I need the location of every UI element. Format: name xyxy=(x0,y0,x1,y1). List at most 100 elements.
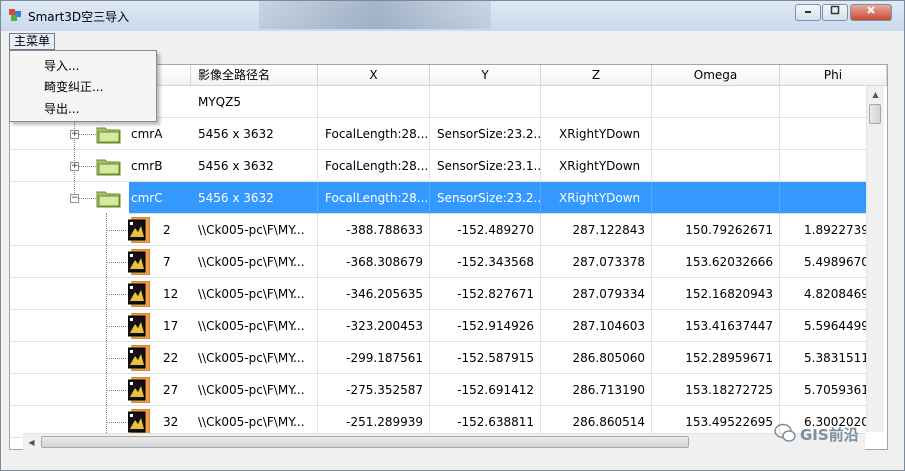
tree-row-camera[interactable]: + cmrB 5456 x 3632 FocalLength:28... Sen… xyxy=(10,150,867,182)
image-z: 287.073378 xyxy=(541,246,652,278)
camera-sensor: SensorSize:23.2... xyxy=(430,182,541,214)
camera-size: 5456 x 3632 xyxy=(191,150,318,182)
image-thumbnail-icon xyxy=(128,217,150,243)
image-row[interactable]: 27 \\Ck005-pc\F\MY... -275.352587 -152.6914… xyxy=(10,374,867,406)
camera-size: 5456 x 3632 xyxy=(191,118,318,150)
image-x: -388.788633 xyxy=(318,214,430,246)
image-y: -152.827671 xyxy=(430,278,541,310)
image-phi: 5.70593619 xyxy=(804,383,867,397)
menu-item-export[interactable]: 导出... xyxy=(44,100,79,117)
title-bar[interactable]: Smart3D空三导入 xyxy=(1,1,904,31)
window-title: Smart3D空三导入 xyxy=(28,10,130,24)
menu-item-distortion-correction[interactable]: 畸变纠正... xyxy=(44,78,103,95)
image-path: \\Ck005-pc\F\MY... xyxy=(191,278,318,310)
wechat-icon xyxy=(774,423,796,442)
image-x: -368.308679 xyxy=(318,246,430,278)
image-row[interactable]: 2 \\Ck005-pc\F\MY... -388.788633 -152.48927… xyxy=(10,214,867,246)
column-header-omega[interactable]: Omega xyxy=(652,65,780,86)
image-path: \\Ck005-pc\F\MY... xyxy=(191,214,318,246)
image-phi: 4.82084690 xyxy=(804,287,867,301)
column-header-y[interactable]: Y xyxy=(430,65,541,86)
menu-bar: 主菜单 xyxy=(1,31,904,51)
column-header-z[interactable]: Z xyxy=(541,65,652,86)
camera-focal: FocalLength:28... xyxy=(318,150,430,182)
image-row[interactable]: 12 \\Ck005-pc\F\MY... -346.205635 -152.8276… xyxy=(10,278,867,310)
image-row[interactable]: 7 \\Ck005-pc\F\MY... -368.308679 -152.34356… xyxy=(10,246,867,278)
tree-row-camera-selected[interactable]: cmrC 5456 x 3632 FocalLength:28... Senso… xyxy=(129,182,867,214)
image-phi: 5.49896703 xyxy=(804,255,867,269)
camera-focal: FocalLength:28... xyxy=(318,182,430,214)
image-z: 287.122843 xyxy=(541,214,652,246)
image-y: -152.587915 xyxy=(430,342,541,374)
folder-icon xyxy=(96,159,121,176)
image-omega: 153.62032666 xyxy=(652,246,780,278)
close-icon xyxy=(867,6,875,14)
image-omega: 152.28959671 xyxy=(652,342,780,374)
image-y: -152.914926 xyxy=(430,310,541,342)
image-x: -346.205635 xyxy=(318,278,430,310)
collapse-icon[interactable]: − xyxy=(70,194,79,203)
image-x: -323.200453 xyxy=(318,310,430,342)
vertical-scrollbar[interactable]: ▲ xyxy=(866,86,884,432)
folder-icon xyxy=(96,127,121,144)
tree-row-camera[interactable]: + cmrA 5456 x 3632 FocalLength:28... Sen… xyxy=(10,118,867,150)
image-phi: 1.89227397 xyxy=(804,223,867,237)
image-id: 7 xyxy=(163,255,171,269)
expand-icon[interactable]: + xyxy=(70,162,79,171)
image-id: 27 xyxy=(163,383,179,397)
image-y: -152.691412 xyxy=(430,374,541,406)
vertical-scroll-thumb[interactable] xyxy=(869,104,881,124)
main-menu-dropdown: 导入... 畸变纠正... 导出... xyxy=(9,50,157,122)
image-row[interactable]: 17 \\Ck005-pc\F\MY... -323.200453 -152.9149… xyxy=(10,310,867,342)
image-x: -275.352587 xyxy=(318,374,430,406)
image-omega: 150.79262671 xyxy=(652,214,780,246)
image-phi: 5.59644990 xyxy=(804,319,867,333)
image-z: 286.713190 xyxy=(541,374,652,406)
watermark: GIS前沿 xyxy=(766,422,886,444)
camera-name: cmrC xyxy=(131,191,163,205)
image-phi: 5.38315114 xyxy=(804,351,867,365)
column-header-phi[interactable]: Phi xyxy=(780,65,887,86)
camera-size: 5456 x 3632 xyxy=(191,182,318,214)
image-id: 17 xyxy=(163,319,179,333)
image-thumbnail-icon xyxy=(128,377,150,403)
image-omega: 152.16820943 xyxy=(652,278,780,310)
camera-orientation: XRightYDown xyxy=(541,150,652,182)
image-z: 287.104603 xyxy=(541,310,652,342)
image-y: -152.489270 xyxy=(430,214,541,246)
camera-sensor: SensorSize:23.1... xyxy=(430,150,541,182)
horizontal-scroll-thumb[interactable] xyxy=(41,436,689,448)
main-menu-button[interactable]: 主菜单 xyxy=(9,33,56,50)
image-z: 287.079334 xyxy=(541,278,652,310)
horizontal-scrollbar[interactable]: ◀ xyxy=(23,433,865,451)
image-omega: 153.41637447 xyxy=(652,310,780,342)
camera-sensor: SensorSize:23.2... xyxy=(430,118,541,150)
image-thumbnail-icon xyxy=(128,249,150,275)
image-omega: 153.18272725 xyxy=(652,374,780,406)
image-path: \\Ck005-pc\F\MY... xyxy=(191,246,318,278)
image-path: \\Ck005-pc\F\MY... xyxy=(191,374,318,406)
image-row[interactable]: 22 \\Ck005-pc\F\MY... -299.187561 -152.5879… xyxy=(10,342,867,374)
scroll-left-icon[interactable]: ◀ xyxy=(23,434,40,451)
expand-icon[interactable]: + xyxy=(70,130,79,139)
app-icon xyxy=(9,9,21,21)
camera-orientation: XRightYDown xyxy=(541,182,652,214)
column-header-x[interactable]: X xyxy=(318,65,430,86)
menu-item-import[interactable]: 导入... xyxy=(44,57,79,74)
image-thumbnail-icon xyxy=(128,281,150,307)
image-id: 22 xyxy=(163,351,179,365)
image-z: 286.805060 xyxy=(541,342,652,374)
column-header-path[interactable]: 影像全路径名 xyxy=(191,65,318,86)
image-thumbnail-icon xyxy=(128,345,150,371)
minimize-button[interactable] xyxy=(795,4,821,21)
maximize-icon xyxy=(830,5,840,15)
image-x: -299.187561 xyxy=(318,342,430,374)
scroll-up-icon[interactable]: ▲ xyxy=(867,86,884,103)
image-id: 12 xyxy=(163,287,179,301)
close-button[interactable] xyxy=(850,4,892,21)
image-path: \\Ck005-pc\F\MY... xyxy=(191,310,318,342)
camera-name: cmrA xyxy=(131,127,163,141)
app-window: Smart3D空三导入 主菜单 影像全路径名 X Y Z Omega Phi M… xyxy=(0,0,905,471)
camera-orientation: XRightYDown xyxy=(541,118,652,150)
maximize-button[interactable] xyxy=(822,4,848,21)
